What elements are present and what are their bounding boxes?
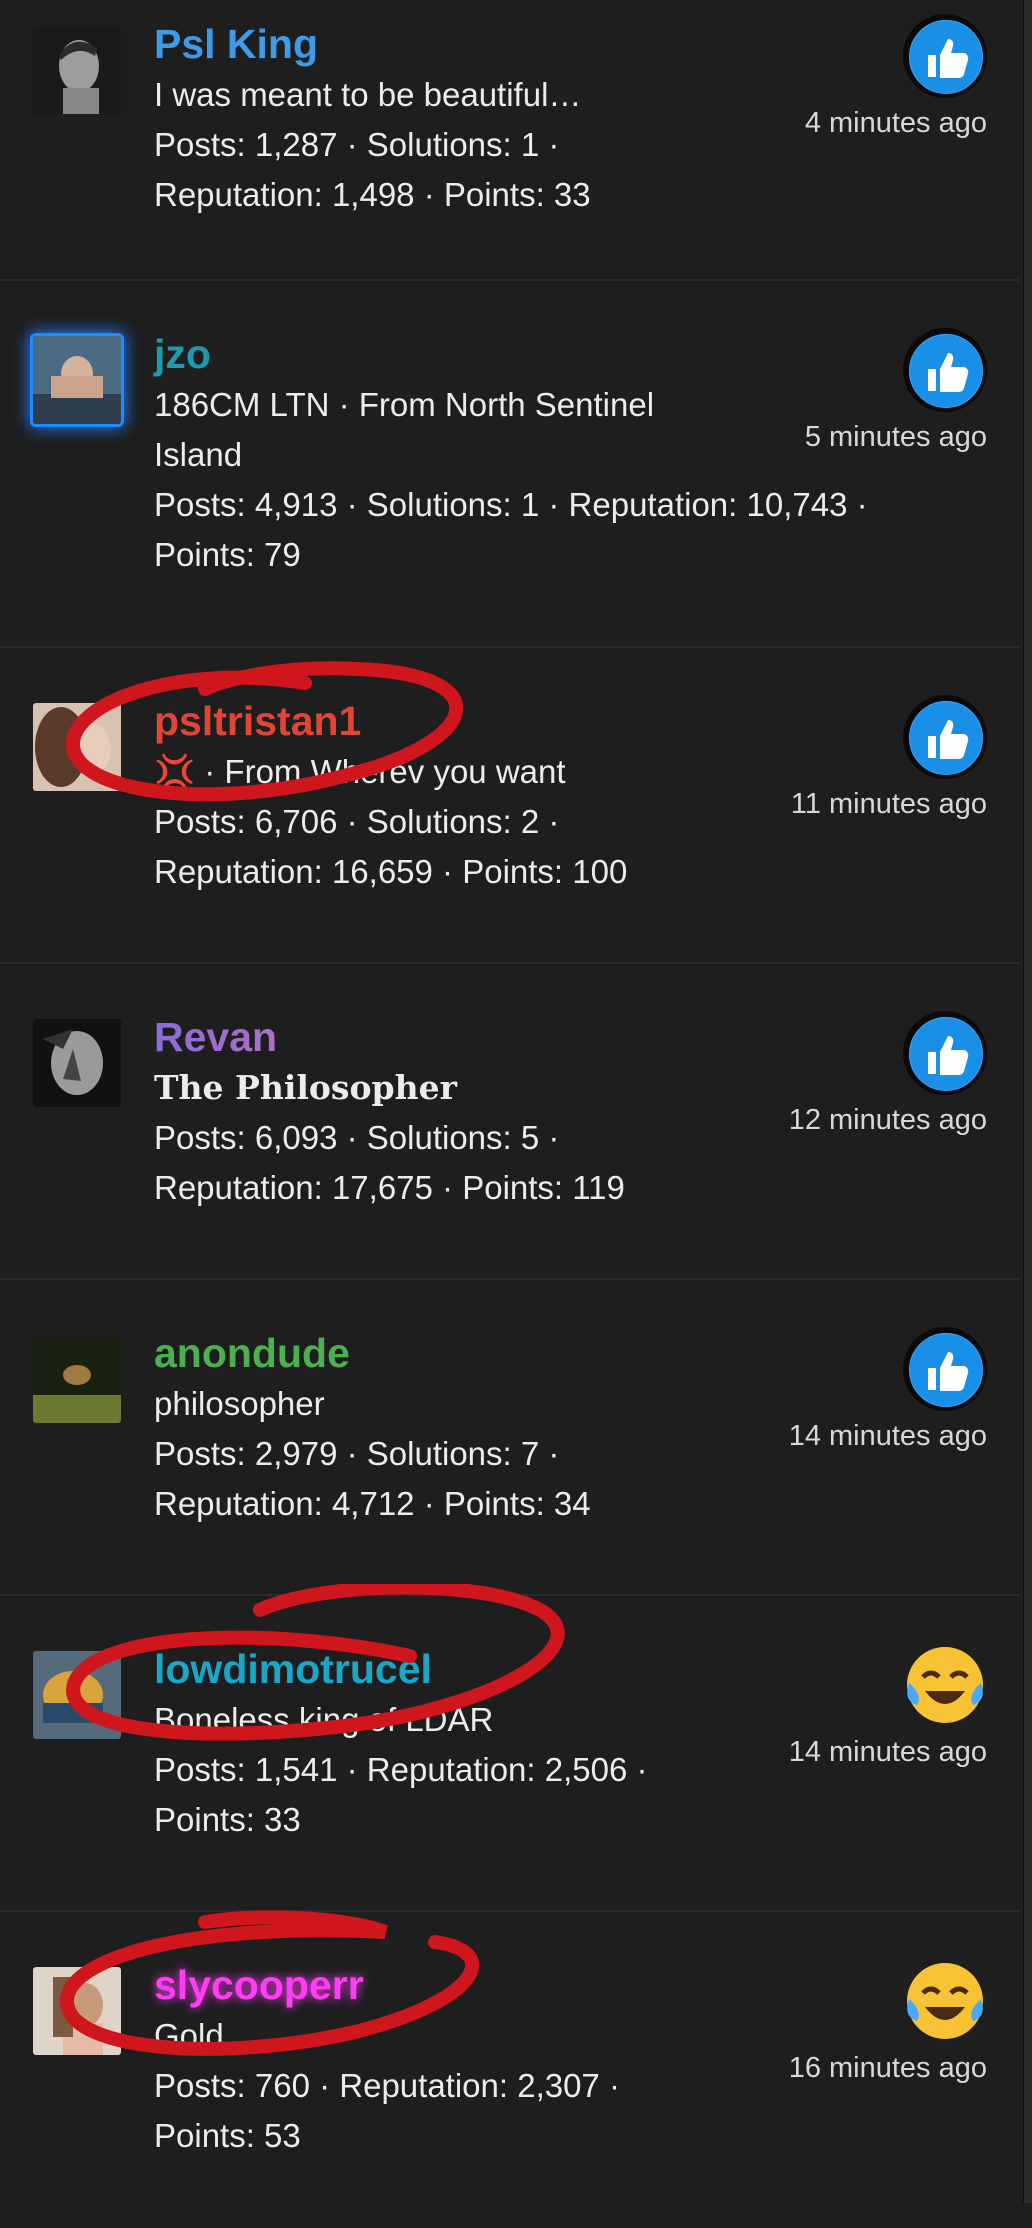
avatar[interactable] bbox=[33, 1335, 121, 1423]
list-item: Revan The Philosopher Posts: 6,093 · Sol… bbox=[0, 964, 1020, 1280]
avatar[interactable] bbox=[33, 1967, 121, 2055]
laugh-cry-icon bbox=[903, 1643, 987, 1727]
user-stats: Reputation: 16,659 · Points: 100 bbox=[154, 853, 628, 890]
reactions-list: Psl King I was meant to be beautiful… Po… bbox=[0, 0, 1020, 2228]
user-title: Boneless king of LDAR bbox=[154, 1701, 494, 1738]
user-title: Island bbox=[154, 436, 243, 473]
user-stats: Reputation: 4,712 · Points: 34 bbox=[154, 1485, 591, 1522]
list-item: psltristan1 💢 · From Wherev you want Pos… bbox=[0, 648, 1020, 964]
user-stats: Posts: 1,541 · Reputation: 2,506 · bbox=[154, 1751, 648, 1788]
avatar[interactable] bbox=[33, 1651, 121, 1739]
avatar[interactable] bbox=[33, 26, 121, 114]
username[interactable]: anondude bbox=[154, 1327, 734, 1379]
reaction-time: 12 minutes ago bbox=[788, 1104, 987, 1136]
username[interactable]: jzo bbox=[154, 328, 734, 380]
user-title: The Philosopher bbox=[154, 1068, 457, 1107]
reaction-time: 16 minutes ago bbox=[788, 2052, 987, 2084]
list-item: jzo 186CM LTN · From North Sentinel Isla… bbox=[0, 281, 1020, 648]
reaction-time: 11 minutes ago bbox=[790, 788, 987, 820]
user-stats: Posts: 2,979 · Solutions: 7 · bbox=[154, 1435, 560, 1472]
user-stats: Posts: 6,093 · Solutions: 5 · bbox=[154, 1119, 560, 1156]
list-item: slycooperr Gold Posts: 760 · Reputation:… bbox=[0, 1910, 1020, 2228]
user-title-text: · From Wherev you want bbox=[204, 753, 566, 790]
user-stats: Posts: 6,706 · Solutions: 2 · bbox=[154, 803, 560, 840]
user-stats: Points: 79 bbox=[154, 536, 301, 573]
reaction-time: 14 minutes ago bbox=[788, 1736, 987, 1768]
user-title: Gold bbox=[154, 2017, 224, 2054]
user-title: I was meant to be beautiful… bbox=[154, 76, 582, 113]
username[interactable]: slycooperr bbox=[154, 1959, 734, 2011]
username[interactable]: psltristan1 bbox=[154, 695, 734, 747]
reaction-time: 4 minutes ago bbox=[804, 107, 987, 139]
user-stats: Reputation: 17,675 · Points: 119 bbox=[154, 1169, 625, 1206]
thumbs-up-icon bbox=[903, 695, 987, 779]
list-item: Psl King I was meant to be beautiful… Po… bbox=[0, 0, 1020, 281]
scrollbar[interactable] bbox=[1023, 0, 1032, 2203]
user-title: 186CM LTN · From North Sentinel bbox=[154, 386, 655, 423]
user-stats: Reputation: 1,498 · Points: 33 bbox=[154, 176, 591, 213]
list-item: anondude philosopher Posts: 2,979 · Solu… bbox=[0, 1280, 1020, 1596]
list-item: lowdimotrucel Boneless king of LDAR Post… bbox=[0, 1584, 1020, 1912]
user-stats: Points: 53 bbox=[154, 2117, 301, 2154]
user-title: 💢 · From Wherev you want bbox=[154, 747, 734, 797]
user-stats: Posts: 760 · Reputation: 2,307 · bbox=[154, 2067, 620, 2104]
avatar[interactable] bbox=[33, 1019, 121, 1107]
user-stats: Posts: 1,287 · Solutions: 1 · bbox=[154, 126, 560, 163]
user-stats: Points: 33 bbox=[154, 1801, 301, 1838]
username[interactable]: Psl King bbox=[154, 18, 734, 70]
thumbs-up-icon bbox=[903, 328, 987, 412]
thumbs-up-icon bbox=[903, 1011, 987, 1095]
username[interactable]: lowdimotrucel bbox=[154, 1643, 734, 1695]
reaction-time: 14 minutes ago bbox=[788, 1420, 987, 1452]
thumbs-up-icon bbox=[903, 14, 987, 98]
anger-icon: 💢 bbox=[154, 753, 196, 790]
user-stats: Posts: 4,913 · Solutions: 1 · Reputation… bbox=[154, 486, 868, 523]
username[interactable]: Revan bbox=[154, 1011, 734, 1063]
user-title: philosopher bbox=[154, 1385, 325, 1422]
avatar[interactable] bbox=[33, 336, 121, 424]
thumbs-up-icon bbox=[903, 1327, 987, 1411]
avatar[interactable] bbox=[33, 703, 121, 791]
laugh-cry-icon bbox=[903, 1959, 987, 2043]
reaction-time: 5 minutes ago bbox=[804, 421, 987, 453]
